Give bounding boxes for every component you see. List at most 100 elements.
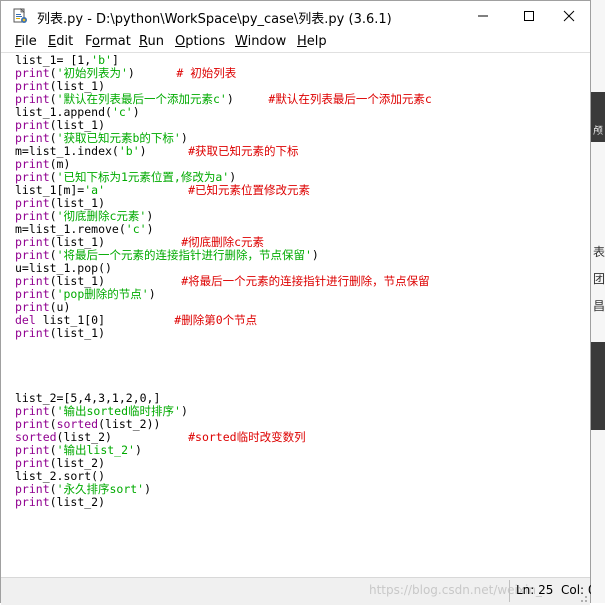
code-token: '永久排序sort': [56, 482, 145, 496]
line-indicator: Ln: 25: [516, 583, 554, 597]
code-token: print: [15, 456, 50, 470]
title-bar[interactable]: 列表.py - D:\python\WorkSpace\py_case\列表.p…: [1, 1, 590, 31]
code-token: #默认在列表最后一个添加元素c: [268, 92, 432, 106]
minimize-icon: [478, 15, 488, 17]
code-token: sorted: [15, 430, 57, 444]
code-token: list_2.sort(): [15, 469, 106, 483]
code-token: 'b': [118, 144, 140, 158]
code-token: '彻底删除c元素': [56, 209, 147, 223]
code-line: print(list_2): [15, 496, 105, 509]
code-token: #获取已知元素的下标: [188, 144, 299, 158]
resize-grip-icon[interactable]: [576, 591, 588, 603]
menu-window[interactable]: Window: [235, 34, 286, 49]
code-token: (list_1): [49, 326, 106, 340]
code-token: ): [146, 222, 154, 236]
code-token: (list_1): [49, 118, 106, 132]
code-token: m=list_1.remove(: [15, 222, 126, 236]
code-token: print: [15, 131, 50, 145]
close-icon: [563, 10, 575, 22]
code-token: (: [49, 170, 57, 184]
code-token: '将最后一个元素的连接指针进行删除，节点保留': [56, 248, 312, 262]
code-token: 'pop删除的节点': [56, 287, 149, 301]
code-token: '获取已知元素b的下标': [56, 131, 181, 145]
code-token: print: [15, 92, 50, 106]
code-token: print: [15, 300, 50, 314]
code-token: print: [15, 209, 50, 223]
code-token: print: [15, 274, 50, 288]
code-token: (list_2)): [98, 417, 161, 431]
menu-run[interactable]: Run: [139, 34, 164, 49]
code-editor[interactable]: list_1= [1,'b'] print('初始列表为') # 初始列表 prin…: [5, 53, 587, 576]
code-token: (list_1): [49, 274, 182, 288]
menu-help[interactable]: Help: [297, 34, 327, 49]
minimize-button[interactable]: [460, 1, 506, 31]
code-token: print: [15, 443, 50, 457]
code-token: (: [49, 482, 57, 496]
code-token: (: [49, 209, 57, 223]
code-token: ): [139, 144, 189, 158]
code-token: 'a': [84, 183, 106, 197]
code-token: list_1.append(: [15, 105, 112, 119]
code-token: ): [146, 209, 154, 223]
code-token: 'c': [111, 105, 133, 119]
code-token: list_1[0]: [35, 313, 175, 327]
code-token: print: [15, 248, 50, 262]
code-token: ): [134, 443, 142, 457]
code-token: ]: [111, 53, 119, 67]
status-divider: [509, 580, 510, 602]
code-token: (list_1): [49, 235, 182, 249]
code-token: print: [15, 170, 50, 184]
code-token: (: [49, 248, 57, 262]
code-token: ): [144, 482, 152, 496]
code-token: ): [311, 248, 319, 262]
code-token: 'b': [91, 53, 112, 67]
code-token: print: [15, 417, 50, 431]
menu-options[interactable]: Options: [175, 34, 225, 49]
code-token: ): [180, 404, 188, 418]
close-button[interactable]: [546, 1, 592, 31]
code-token: print: [15, 118, 50, 132]
window-title: 列表.py - D:\python\WorkSpace\py_case\列表.p…: [37, 12, 392, 27]
code-token: list_2=[5,4,3,1,2,0,]: [15, 391, 161, 405]
code-token: print: [15, 66, 50, 80]
code-token: print: [15, 235, 50, 249]
menu-edit[interactable]: Edit: [48, 34, 73, 49]
code-token: (list_2): [49, 456, 106, 470]
background-text: 颅: [593, 126, 603, 137]
code-token: '初始列表为': [56, 66, 128, 80]
background-text: 表: [593, 245, 605, 259]
code-token: (u): [49, 300, 71, 314]
code-token: (: [49, 443, 57, 457]
code-token: #彻底删除c元素: [181, 235, 265, 249]
maximize-icon: [524, 11, 534, 21]
background-text: 昌: [593, 299, 605, 313]
idle-editor-window: 列表.py - D:\python\WorkSpace\py_case\列表.p…: [0, 0, 596, 605]
code-token: 'c': [125, 222, 147, 236]
background-window-edge: 颅 表 团 昌: [591, 0, 605, 603]
code-token: (: [49, 287, 57, 301]
code-token: u=list_1.pop(): [15, 261, 112, 275]
code-token: (list_1): [49, 79, 106, 93]
menu-file[interactable]: File: [15, 34, 37, 49]
code-token: (: [49, 404, 57, 418]
code-token: print: [15, 157, 50, 171]
code-token: '默认在列表最后一个添加元素c': [56, 92, 227, 106]
background-dark-block: [591, 342, 605, 430]
menu-format[interactable]: Format: [85, 34, 131, 49]
code-token: (m): [49, 157, 71, 171]
code-token: list_1[m]=: [15, 183, 85, 197]
code-token: print: [15, 482, 50, 496]
code-token: ): [226, 92, 269, 106]
code-token: print: [15, 79, 50, 93]
code-token: ): [180, 131, 188, 145]
code-token: '输出list_2': [56, 443, 135, 457]
code-line: print(list_1): [15, 327, 105, 340]
python-file-icon: [13, 8, 27, 23]
code-token: #sorted临时改变数列: [188, 430, 306, 444]
code-token: print: [15, 326, 50, 340]
code-token: #将最后一个元素的连接指针进行删除，节点保留: [181, 274, 430, 288]
menu-bar: File Edit Format Run Options Window Help: [1, 32, 590, 53]
code-token: '输出sorted临时排序': [56, 404, 181, 418]
code-token: (: [49, 66, 57, 80]
